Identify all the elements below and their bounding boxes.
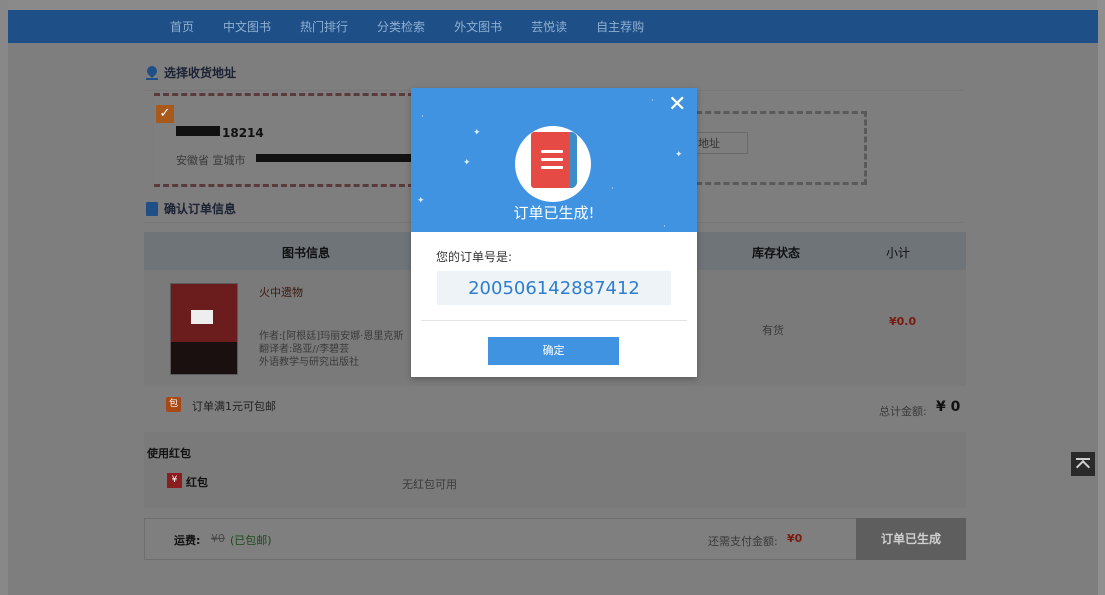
book-cover-band	[171, 342, 237, 374]
nav-item-self-recommend[interactable]: 自主荐购	[596, 18, 644, 35]
address-card-selected[interactable]	[154, 93, 414, 187]
stock-status: 有货	[762, 324, 784, 337]
sparkle-icon: ✦	[473, 128, 481, 138]
header-subtotal: 小计	[886, 246, 911, 260]
shipping-fee-note: (已包邮)	[230, 534, 272, 547]
order-success-modal: · ✦ ✦ · ✦ · ✦ · ✕ 订单已生成! 您的订单号是: 2005061…	[411, 88, 697, 377]
shipping-note: 订单满1元可包邮	[192, 400, 276, 413]
document-icon	[146, 201, 158, 216]
order-created-button[interactable]: 订单已生成	[856, 518, 966, 560]
item-price: ¥0.0	[889, 315, 917, 328]
redpack-panel	[144, 432, 966, 508]
book-title-link[interactable]: 火中遗物	[259, 284, 303, 300]
redpack-empty-text: 无红包可用	[402, 478, 457, 491]
address-section-title: 选择收货地址	[146, 64, 236, 81]
sparkle-icon: ✦	[463, 158, 471, 168]
shipping-icon: 包	[166, 397, 181, 412]
total-value: ¥ 0	[936, 399, 961, 415]
redacted-street	[256, 154, 411, 162]
sparkle-icon: ·	[421, 112, 424, 122]
shipping-fee-original: ¥0	[211, 532, 225, 545]
amount-due-label: 还需支付金额:	[708, 535, 778, 548]
sparkle-icon: ·	[651, 96, 654, 106]
book-cover-image[interactable]	[171, 284, 237, 374]
sparkle-icon: ·	[663, 222, 666, 232]
order-number: 200506142887412	[468, 278, 640, 299]
order-number-label: 您的订单号是:	[436, 250, 513, 264]
nav-item-chinese-books[interactable]: 中文图书	[223, 18, 271, 35]
book-cover-label	[191, 310, 213, 324]
redpack-icon: ¥	[167, 473, 182, 488]
book-author: 作者:[阿根廷]玛丽安娜·恩里克斯	[259, 331, 404, 342]
nav-item-hot-ranking[interactable]: 热门排行	[300, 18, 348, 35]
left-edge	[0, 0, 8, 595]
header-stock: 库存状态	[752, 246, 801, 260]
add-address-button[interactable]: 地址	[696, 132, 748, 154]
sparkle-icon: ·	[611, 184, 614, 194]
nav-item-yunyuedu[interactable]: 芸悦读	[531, 18, 567, 35]
address-phone: 18214	[222, 126, 264, 140]
sparkle-icon: ✦	[675, 150, 683, 160]
top-nav: 首页 中文图书 热门排行 分类检索 外文图书 芸悦读 自主荐购	[8, 10, 1098, 43]
right-scroll-edge	[1097, 0, 1105, 595]
address-section-label: 选择收货地址	[164, 66, 237, 80]
redpack-title: 使用红包	[147, 447, 191, 460]
order-section-title: 确认订单信息	[146, 200, 236, 217]
redacted-name	[176, 126, 220, 136]
header-book-info: 图书信息	[282, 246, 331, 260]
modal-header: · ✦ ✦ · ✦ · ✦ · ✕ 订单已生成!	[411, 88, 697, 232]
nav-item-foreign-books[interactable]: 外文图书	[454, 18, 502, 35]
address-region: 安徽省 宣城市	[176, 154, 246, 167]
confirm-button[interactable]: 确定	[488, 337, 619, 365]
modal-divider	[421, 320, 687, 321]
shipping-fee-label: 运费:	[174, 534, 201, 547]
check-icon: ✓	[156, 105, 174, 123]
amount-due-value: ¥0	[787, 532, 803, 545]
back-to-top-icon[interactable]	[1071, 452, 1095, 476]
redpack-label: 红包	[186, 476, 208, 489]
book-publisher: 外语教学与研究出版社	[259, 357, 359, 368]
book-meta: 作者:[阿根廷]玛丽安娜·恩里克斯 翻译者:路亚//李碧芸 外语教学与研究出版社	[259, 330, 403, 369]
nav-item-category-search[interactable]: 分类检索	[377, 18, 425, 35]
order-section-label: 确认订单信息	[164, 202, 237, 216]
total-label: 总计金额:	[879, 405, 927, 418]
close-icon[interactable]: ✕	[668, 94, 686, 116]
book-icon	[531, 132, 577, 188]
nav-item-home[interactable]: 首页	[170, 18, 194, 35]
browser-top-strip	[0, 0, 1105, 10]
modal-title: 订单已生成!	[513, 204, 595, 222]
location-icon	[146, 66, 158, 80]
book-translator: 翻译者:路亚//李碧芸	[259, 344, 350, 355]
